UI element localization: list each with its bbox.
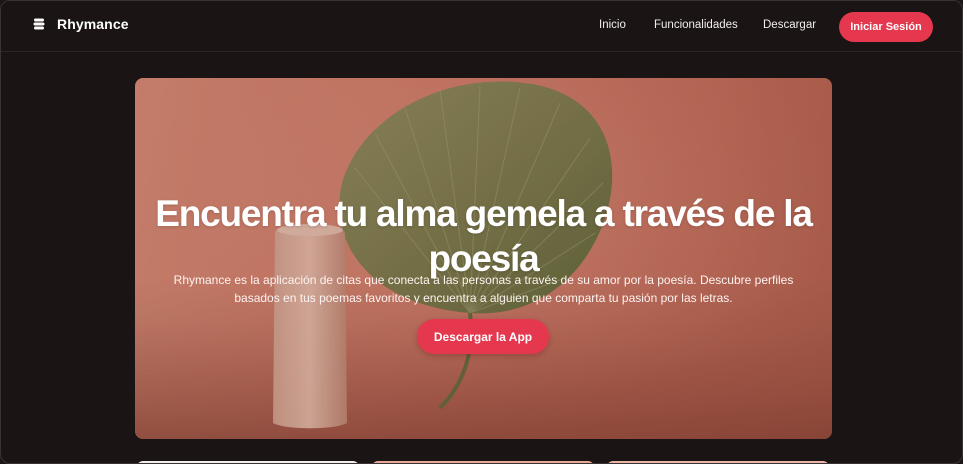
navbar: Rhymance Inicio Funcionalidades Descarga…	[1, 1, 962, 52]
brand-name: Rhymance	[57, 16, 129, 32]
app-window: Rhymance Inicio Funcionalidades Descarga…	[0, 0, 963, 464]
hero-banner: Encuentra tu alma gemela a través de la …	[135, 78, 832, 439]
nav-link-inicio[interactable]: Inicio	[599, 19, 626, 31]
download-app-button[interactable]: Descargar la App	[417, 319, 549, 354]
login-button[interactable]: Iniciar Sesión	[839, 12, 933, 42]
stack-icon	[32, 17, 46, 31]
nav-link-descargar[interactable]: Descargar	[763, 19, 816, 31]
brand[interactable]: Rhymance	[32, 16, 129, 32]
nav-link-funcionalidades[interactable]: Funcionalidades	[654, 19, 738, 31]
hero-description: Rhymance es la aplicación de citas que c…	[173, 273, 794, 305]
hero-title: Encuentra tu alma gemela a través de la …	[155, 192, 813, 279]
